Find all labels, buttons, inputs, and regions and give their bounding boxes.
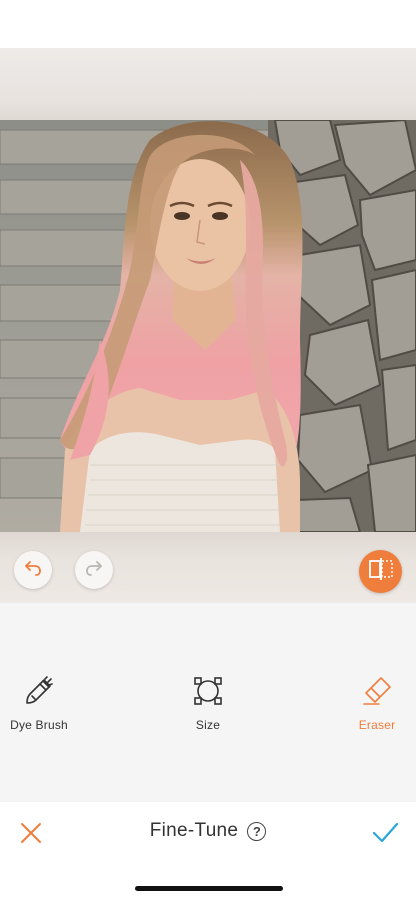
redo-icon (84, 558, 104, 583)
tool-panel: Dye Brush Size Eraser (0, 603, 416, 802)
tool-dye-brush[interactable]: Dye Brush (0, 675, 84, 732)
page-title: Fine-Tune (149, 820, 239, 841)
status-bar (0, 0, 416, 48)
photo-preview[interactable] (0, 120, 416, 532)
help-button[interactable]: ? (247, 821, 267, 841)
tool-label: Dye Brush (10, 718, 68, 732)
dye-brush-icon (23, 675, 55, 712)
tool-eraser[interactable]: Eraser (332, 675, 416, 732)
undo-icon (23, 558, 43, 583)
size-icon (192, 675, 224, 712)
title-group: Fine-Tune ? (0, 820, 416, 842)
tool-label: Eraser (358, 718, 396, 732)
home-indicator (135, 886, 283, 891)
editor-canvas (0, 48, 416, 603)
checkmark-icon (371, 822, 399, 850)
tool-size[interactable]: Size (163, 675, 253, 732)
bottom-bar: Fine-Tune ? (0, 802, 416, 900)
confirm-button[interactable] (371, 820, 399, 846)
redo-button[interactable] (75, 551, 113, 589)
compare-button[interactable] (359, 550, 402, 593)
compare-icon (368, 557, 394, 586)
undo-button[interactable] (14, 551, 52, 589)
eraser-icon (361, 675, 393, 712)
tool-label: Size (195, 718, 221, 732)
